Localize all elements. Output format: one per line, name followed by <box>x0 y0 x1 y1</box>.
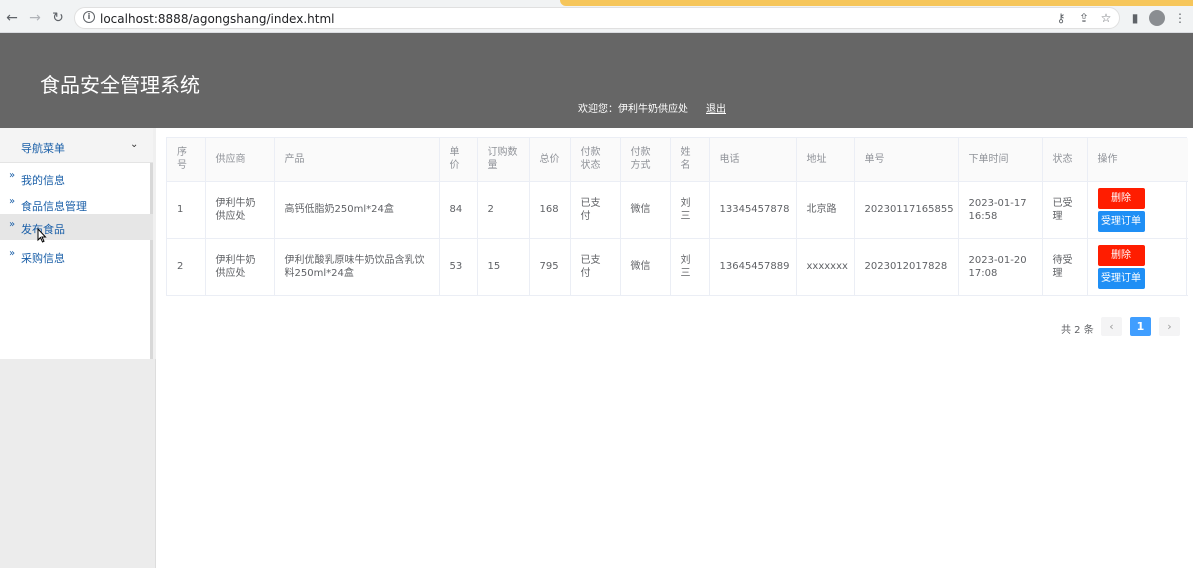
menu-header[interactable]: 导航菜单 ⌄ <box>0 128 153 163</box>
site-info-icon[interactable]: i <box>83 11 95 23</box>
cell-pay-status: 已支付 <box>570 181 621 239</box>
col-header-price: 单价 <box>439 138 478 182</box>
cell-product: 高钙低脂奶250ml*24盒 <box>274 181 440 239</box>
cell-address: 北京路 <box>796 181 855 239</box>
pagination-page-1[interactable]: 1 <box>1130 317 1151 336</box>
cell-total: 168 <box>529 181 571 239</box>
cell-qty: 15 <box>477 238 530 296</box>
profile-avatar[interactable] <box>1149 10 1165 26</box>
table-row: 2 伊利牛奶供应处 伊利优酸乳原味牛奶饮品含乳饮料250ml*24盒 53 15… <box>167 238 1188 296</box>
cell-total: 795 <box>529 238 571 296</box>
sidebar-item-purchase-info[interactable]: » 采购信息 <box>0 243 153 269</box>
sidebar-panel: 导航菜单 ⌄ » 我的信息 » 食品信息管理 » 发布食品 » 采购信息 <box>0 128 153 359</box>
pagination-total: 共 2 条 <box>1061 325 1094 336</box>
col-header-name: 姓名 <box>670 138 710 182</box>
arrow-right-icon[interactable]: → <box>27 10 43 26</box>
delete-button[interactable]: 删除 <box>1097 244 1145 266</box>
cell-pay-status: 已支付 <box>570 238 621 296</box>
cell-order-no: 2023012017828 <box>854 238 959 296</box>
cell-actions: 删除 受理订单 <box>1087 238 1188 296</box>
star-icon[interactable]: ☆ <box>1098 10 1114 26</box>
cell-order-no: 20230117165855 <box>854 181 959 239</box>
cell-time: 2023-01-17 16:58 <box>958 181 1043 239</box>
sidebar-empty-area <box>0 359 156 568</box>
pagination-next-button[interactable]: › <box>1159 317 1180 336</box>
pagination-prev-button[interactable]: ‹ <box>1101 317 1122 336</box>
double-chevron-icon: » <box>9 219 16 230</box>
accept-order-button[interactable]: 受理订单 <box>1097 267 1145 289</box>
delete-button[interactable]: 删除 <box>1097 187 1145 209</box>
col-header-address: 地址 <box>796 138 855 182</box>
key-icon[interactable]: ⚷ <box>1053 10 1069 26</box>
cell-phone: 13345457878 <box>709 181 797 239</box>
sidebar-item-my-info[interactable]: » 我的信息 <box>0 165 153 191</box>
app-title: 食品安全管理系统 <box>40 73 200 97</box>
col-header-supplier: 供应商 <box>205 138 275 182</box>
col-header-index: 序号 <box>167 138 206 182</box>
browser-toolbar: ← → ↻ i localhost:8888/agongshang/index.… <box>0 0 1193 33</box>
col-header-total: 总价 <box>529 138 571 182</box>
mouse-cursor-icon <box>37 228 47 243</box>
cell-time: 2023-01-20 17:08 <box>958 238 1043 296</box>
double-chevron-icon: » <box>9 248 16 259</box>
order-table: 序号 供应商 产品 单价 订购数量 总价 付款状态 付款方式 姓名 电话 地址 … <box>166 137 1188 296</box>
chevron-down-icon: ⌄ <box>130 139 139 150</box>
cell-index: 2 <box>167 238 206 296</box>
tab-strip-highlight <box>560 0 1193 6</box>
app-header: 食品安全管理系统 欢迎您：伊利牛奶供应处 退出 <box>0 33 1193 128</box>
col-header-pay-status: 付款状态 <box>570 138 621 182</box>
menu-dots-icon[interactable]: ⋮ <box>1172 10 1188 26</box>
col-header-pay-method: 付款方式 <box>620 138 671 182</box>
accept-order-button[interactable]: 受理订单 <box>1097 210 1145 232</box>
col-header-status: 状态 <box>1042 138 1088 182</box>
side-panel-icon[interactable]: ▮ <box>1127 10 1143 26</box>
cell-price: 84 <box>439 181 478 239</box>
cell-status: 待受理 <box>1042 238 1088 296</box>
cell-price: 53 <box>439 238 478 296</box>
share-icon[interactable]: ⇪ <box>1076 10 1092 26</box>
menu-title: 导航菜单 <box>21 142 65 155</box>
col-header-order-no: 单号 <box>854 138 959 182</box>
reload-icon[interactable]: ↻ <box>50 10 66 26</box>
cell-index: 1 <box>167 181 206 239</box>
sidebar-item-label: 我的信息 <box>21 174 65 187</box>
cell-product: 伊利优酸乳原味牛奶饮品含乳饮料250ml*24盒 <box>274 238 440 296</box>
arrow-left-icon[interactable]: ← <box>4 10 20 26</box>
sidebar-item-publish-food[interactable]: » 发布食品 <box>0 214 153 240</box>
cell-phone: 13645457889 <box>709 238 797 296</box>
logout-link[interactable]: 退出 <box>706 100 726 115</box>
sidebar: 导航菜单 ⌄ » 我的信息 » 食品信息管理 » 发布食品 » 采购信息 <box>0 128 156 568</box>
cell-address: xxxxxxx <box>796 238 855 296</box>
cell-qty: 2 <box>477 181 530 239</box>
cell-name: 刘三 <box>670 238 710 296</box>
col-header-qty: 订购数量 <box>477 138 530 182</box>
col-header-phone: 电话 <box>709 138 797 182</box>
cell-pay-method: 微信 <box>620 181 671 239</box>
table-row: 1 伊利牛奶供应处 高钙低脂奶250ml*24盒 84 2 168 已支付 微信… <box>167 181 1188 239</box>
double-chevron-icon: » <box>9 170 16 181</box>
col-header-product: 产品 <box>274 138 440 182</box>
sidebar-item-label: 采购信息 <box>21 252 65 265</box>
sidebar-item-label: 食品信息管理 <box>21 200 87 213</box>
table-header-row: 序号 供应商 产品 单价 订购数量 总价 付款状态 付款方式 姓名 电话 地址 … <box>167 138 1188 182</box>
col-header-actions: 操作 <box>1087 138 1188 182</box>
cell-status: 已受理 <box>1042 181 1088 239</box>
url-text: localhost:8888/agongshang/index.html <box>100 12 335 26</box>
cell-pay-method: 微信 <box>620 238 671 296</box>
welcome-text: 欢迎您：伊利牛奶供应处 <box>578 104 688 115</box>
cell-name: 刘三 <box>670 181 710 239</box>
address-bar[interactable]: i localhost:8888/agongshang/index.html <box>74 7 1120 29</box>
cell-supplier: 伊利牛奶供应处 <box>205 238 275 296</box>
col-header-time: 下单时间 <box>958 138 1043 182</box>
cell-actions: 删除 受理订单 <box>1087 181 1188 239</box>
cell-supplier: 伊利牛奶供应处 <box>205 181 275 239</box>
double-chevron-icon: » <box>9 196 16 207</box>
